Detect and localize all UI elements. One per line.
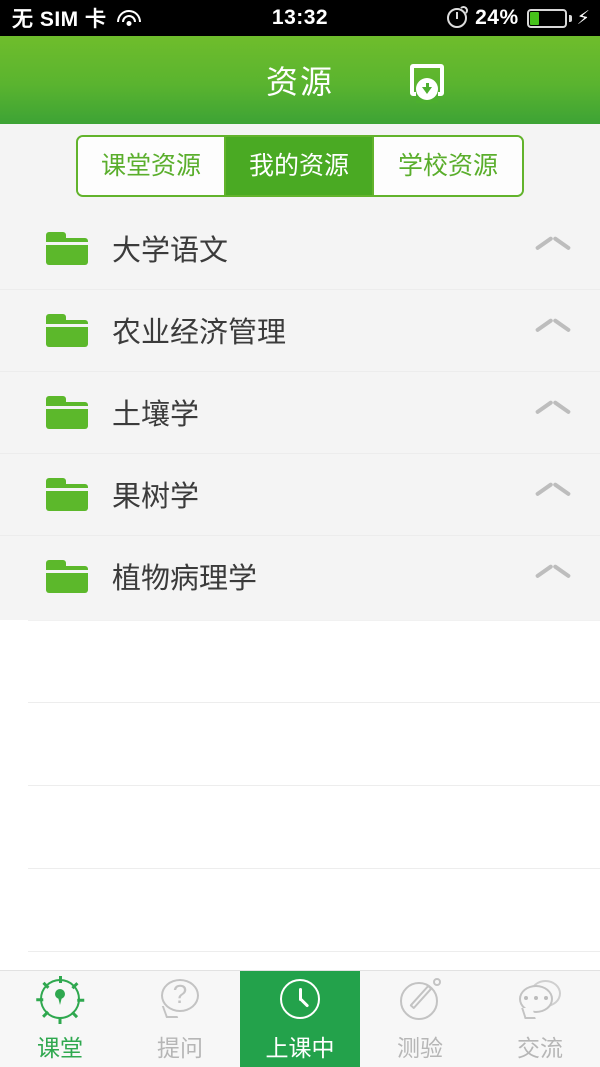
- chevron-up-icon[interactable]: [536, 566, 570, 586]
- chevron-up-icon[interactable]: [536, 320, 570, 340]
- chevron-up-icon[interactable]: [536, 402, 570, 422]
- question-bubble-icon: ?: [155, 975, 205, 1025]
- clock-icon: [275, 975, 325, 1025]
- status-bar: 无 SIM 卡 13:32 24% ⚡: [0, 0, 600, 36]
- pencil-circle-icon: [395, 975, 445, 1025]
- battery-icon: [526, 8, 572, 28]
- tab-ask[interactable]: ? 提问: [120, 971, 240, 1067]
- download-icon: [407, 60, 447, 103]
- list-item-label: 土壤学: [112, 399, 200, 431]
- list-item-label: 植物病理学: [112, 563, 258, 595]
- tab-quiz[interactable]: 测验: [360, 971, 480, 1067]
- charging-bolt-icon: ⚡: [576, 7, 590, 29]
- tab-label: 交流: [517, 1035, 563, 1061]
- rotation-lock-icon: [447, 6, 469, 28]
- resource-folder-list: 大学语文 农业经济管理 土壤学 果树学 植物病理学: [0, 207, 600, 620]
- empty-row: [28, 786, 600, 869]
- tab-classroom[interactable]: 课堂: [0, 971, 120, 1067]
- list-item-label: 果树学: [112, 481, 200, 513]
- list-item-label: 农业经济管理: [112, 317, 287, 349]
- folder-icon: [46, 313, 88, 347]
- folder-icon: [46, 395, 88, 429]
- download-button[interactable]: [404, 57, 450, 103]
- list-item[interactable]: 植物病理学: [0, 535, 600, 617]
- segmented-control-container: 课堂资源 我的资源 学校资源: [0, 124, 600, 207]
- battery-percent-label: 24%: [475, 6, 519, 29]
- tab-classroom-resources[interactable]: 课堂资源: [78, 136, 226, 195]
- folder-icon: [46, 231, 88, 265]
- list-item[interactable]: 大学语文: [0, 207, 600, 289]
- chat-bubbles-icon: [515, 975, 565, 1025]
- empty-list-area: [0, 620, 600, 970]
- tab-chat[interactable]: 交流: [480, 971, 600, 1067]
- bottom-tab-bar: 课堂 ? 提问 上课中 测验 交流: [0, 970, 600, 1067]
- page-title: 资源: [265, 64, 334, 100]
- list-item-label: 大学语文: [112, 235, 229, 267]
- folder-icon: [46, 559, 88, 593]
- tab-label: 测验: [397, 1035, 443, 1061]
- list-item[interactable]: 果树学: [0, 453, 600, 535]
- status-bar-right: 24% ⚡: [447, 6, 590, 30]
- empty-row: [28, 620, 600, 703]
- app-header: 资源: [0, 36, 600, 124]
- chevron-up-icon[interactable]: [536, 484, 570, 504]
- tab-school-resources[interactable]: 学校资源: [374, 136, 522, 195]
- tab-in-class[interactable]: 上课中: [240, 971, 360, 1067]
- list-item[interactable]: 农业经济管理: [0, 289, 600, 371]
- list-item[interactable]: 土壤学: [0, 371, 600, 453]
- tab-label: 提问: [157, 1035, 203, 1061]
- tab-label: 课堂: [37, 1035, 83, 1061]
- tab-my-resources[interactable]: 我的资源: [226, 136, 374, 195]
- tab-label: 上课中: [265, 1035, 335, 1061]
- chevron-up-icon[interactable]: [536, 238, 570, 258]
- empty-row: [28, 869, 600, 952]
- segmented-control[interactable]: 课堂资源 我的资源 学校资源: [76, 134, 524, 197]
- compass-pin-icon: [35, 975, 85, 1025]
- app-root: 无 SIM 卡 13:32 24% ⚡ 资源 课堂资源 我的资源 学校资源 大学…: [0, 0, 600, 1067]
- empty-row: [28, 703, 600, 786]
- clock-label: 13:32: [271, 6, 329, 29]
- folder-icon: [46, 477, 88, 511]
